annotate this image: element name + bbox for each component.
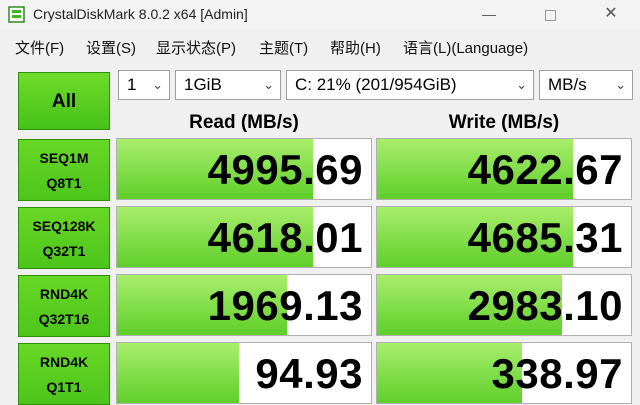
test-button-seq128k-q32t1[interactable]: SEQ128K Q32T1 — [18, 207, 110, 269]
menu-settings[interactable]: 设置(S) — [86, 37, 136, 58]
window-title: CrystalDiskMark 8.0.2 x64 [Admin] — [33, 6, 248, 22]
test-button-rnd4k-q1t1[interactable]: RND4K Q1T1 — [18, 343, 110, 405]
test-queue: Q8T1 — [46, 175, 82, 191]
unit-select[interactable]: MB/s ⌄ — [539, 70, 633, 100]
test-queue: Q32T1 — [42, 243, 86, 259]
test-size-select[interactable]: 1GiB ⌄ — [175, 70, 281, 100]
write-result-cell: 2983.10 — [376, 274, 632, 336]
test-name: RND4K — [39, 354, 89, 370]
chevron-down-icon: ⌄ — [152, 77, 163, 92]
read-value: 94.93 — [255, 350, 363, 397]
menu-file[interactable]: 文件(F) — [15, 37, 64, 58]
app-icon — [8, 6, 25, 23]
test-count-select[interactable]: 1 ⌄ — [118, 70, 170, 100]
test-button-seq1m-q8t1[interactable]: SEQ1M Q8T1 — [18, 139, 110, 201]
test-name: SEQ1M — [39, 150, 89, 166]
test-count-value: 1 — [127, 75, 137, 94]
title-bar: CrystalDiskMark 8.0.2 x64 [Admin] — ✕ — [0, 0, 640, 30]
menu-theme[interactable]: 主题(T) — [259, 37, 308, 58]
write-result-cell: 4622.67 — [376, 138, 632, 200]
read-value: 4995.69 — [207, 146, 363, 193]
test-name: SEQ128K — [32, 218, 96, 234]
write-value: 4622.67 — [467, 146, 623, 193]
write-result-cell: 4685.31 — [376, 206, 632, 268]
write-column-header: Write (MB/s) — [448, 112, 560, 133]
read-value: 4618.01 — [207, 214, 363, 261]
read-column-header: Read (MB/s) — [189, 112, 299, 133]
close-button[interactable]: ✕ — [599, 3, 623, 25]
write-value: 2983.10 — [467, 282, 623, 329]
write-result-cell: 338.97 — [376, 342, 632, 404]
read-value: 1969.13 — [207, 282, 363, 329]
drive-value: C: 21% (201/954GiB) — [295, 75, 457, 94]
drive-select[interactable]: C: 21% (201/954GiB) ⌄ — [286, 70, 534, 100]
test-name: RND4K — [39, 286, 89, 302]
chevron-down-icon: ⌄ — [516, 77, 527, 92]
menu-display-state[interactable]: 显示状态(P) — [156, 37, 236, 58]
read-result-cell: 4618.01 — [116, 206, 372, 268]
test-size-value: 1GiB — [184, 75, 222, 94]
menu-help[interactable]: 帮助(H) — [330, 37, 381, 58]
chevron-down-icon: ⌄ — [263, 77, 274, 92]
test-button-rnd4k-q32t16[interactable]: RND4K Q32T16 — [18, 275, 110, 337]
write-value: 338.97 — [491, 350, 623, 397]
all-button[interactable]: All — [18, 72, 110, 130]
chevron-down-icon: ⌄ — [615, 77, 626, 92]
test-queue: Q32T16 — [38, 311, 90, 327]
read-result-cell: 4995.69 — [116, 138, 372, 200]
menu-bar: 文件(F) 设置(S) 显示状态(P) 主题(T) 帮助(H) 语言(L)(La… — [0, 30, 640, 60]
read-result-cell: 94.93 — [116, 342, 372, 404]
maximize-icon — [544, 9, 556, 21]
write-value: 4685.31 — [467, 214, 623, 261]
maximize-button[interactable] — [538, 3, 562, 25]
unit-value: MB/s — [548, 75, 587, 94]
minimize-button[interactable]: — — [477, 3, 501, 25]
read-progress-bar — [117, 343, 239, 403]
read-result-cell: 1969.13 — [116, 274, 372, 336]
test-queue: Q1T1 — [46, 379, 82, 395]
menu-language[interactable]: 语言(L)(Language) — [403, 37, 528, 58]
